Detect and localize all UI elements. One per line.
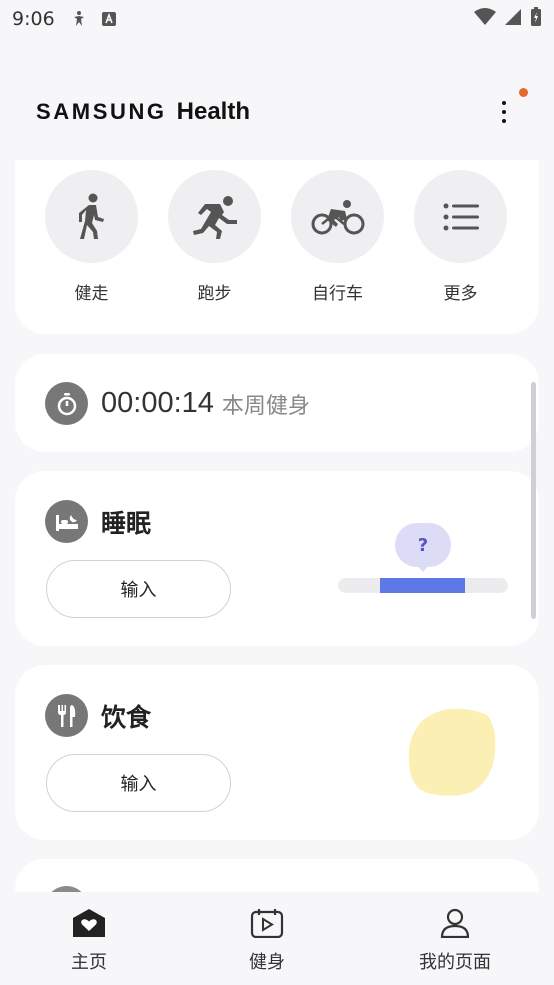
exercise-time-label: 本周健身 — [221, 393, 310, 419]
workout-label: 健走 — [74, 284, 109, 304]
cellular-icon — [504, 8, 522, 30]
workout-card: 健走 跑步 自行车 更多 — [15, 160, 539, 334]
food-card[interactable]: 饮食 输入 — [15, 665, 539, 840]
battery-icon — [530, 7, 542, 31]
running-icon — [168, 170, 261, 263]
sleep-card[interactable]: 睡眠 输入 ? — [15, 471, 539, 646]
keyboard-a-icon — [99, 9, 119, 29]
wifi-icon — [474, 8, 496, 30]
more-vertical-icon-dot — [502, 119, 506, 123]
food-title: 饮食 — [101, 702, 152, 732]
nav-label: 主页 — [71, 952, 107, 973]
calendar-play-icon — [250, 908, 284, 942]
workout-list: 健走 跑步 自行车 更多 — [45, 170, 537, 304]
nav-label: 我的页面 — [419, 952, 491, 973]
status-time: 9:06 — [12, 8, 55, 30]
workout-label: 更多 — [443, 284, 478, 304]
nav-label: 健身 — [249, 952, 285, 973]
sleep-title: 睡眠 — [101, 508, 152, 538]
app-header: SAMSUNG Health — [36, 96, 536, 128]
list-icon — [414, 170, 507, 263]
brand-samsung: SAMSUNG — [36, 99, 167, 124]
workout-item-more[interactable]: 更多 — [414, 170, 537, 304]
notification-badge — [519, 88, 528, 97]
nav-home[interactable]: 主页 — [0, 892, 178, 985]
walking-icon — [45, 170, 138, 263]
bed-icon — [45, 500, 88, 543]
sleep-bar-fill — [380, 578, 465, 593]
sleep-bar-track — [338, 578, 508, 593]
exercise-time-value: 00:00:14 — [101, 387, 214, 419]
cycling-icon — [291, 170, 384, 263]
workout-item-walking[interactable]: 健走 — [45, 170, 168, 304]
more-vertical-icon-dot — [502, 110, 506, 114]
workout-item-running[interactable]: 跑步 — [168, 170, 291, 304]
food-input-button[interactable]: 输入 — [46, 754, 231, 812]
sleep-graph: ? — [338, 521, 508, 601]
nav-fitness[interactable]: 健身 — [178, 892, 356, 985]
workout-label: 自行车 — [312, 284, 363, 304]
exercise-time-row: 00:00:14 本周健身 — [45, 382, 310, 425]
sleep-question-bubble: ? — [395, 523, 451, 567]
workout-item-cycling[interactable]: 自行车 — [291, 170, 414, 304]
scrollbar[interactable] — [531, 382, 536, 619]
more-vertical-icon — [502, 101, 506, 105]
food-blob-illustration — [407, 707, 497, 801]
more-menu-button[interactable] — [490, 96, 518, 128]
food-title-row: 饮食 — [45, 694, 151, 737]
exercise-time-card[interactable]: 00:00:14 本周健身 — [15, 354, 539, 452]
main-scroll[interactable]: 健走 跑步 自行车 更多 00:00:14 本周健身 睡眠 输入 ? 饮食 输入 — [0, 160, 554, 892]
home-heart-icon — [72, 908, 106, 942]
next-card-partial[interactable] — [15, 859, 539, 892]
sleep-title-row: 睡眠 — [45, 500, 151, 543]
status-bar: 9:06 — [0, 0, 554, 38]
stopwatch-icon — [45, 382, 88, 425]
workout-label: 跑步 — [197, 284, 232, 304]
brand-health: Health — [176, 98, 251, 125]
sleep-input-button[interactable]: 输入 — [46, 560, 231, 618]
nav-my-page[interactable]: 我的页面 — [356, 892, 554, 985]
accessibility-icon — [69, 9, 89, 29]
bubble-tail — [417, 565, 429, 572]
bottom-nav: 主页 健身 我的页面 — [0, 892, 554, 985]
fork-knife-icon — [45, 694, 88, 737]
person-icon — [440, 908, 470, 942]
